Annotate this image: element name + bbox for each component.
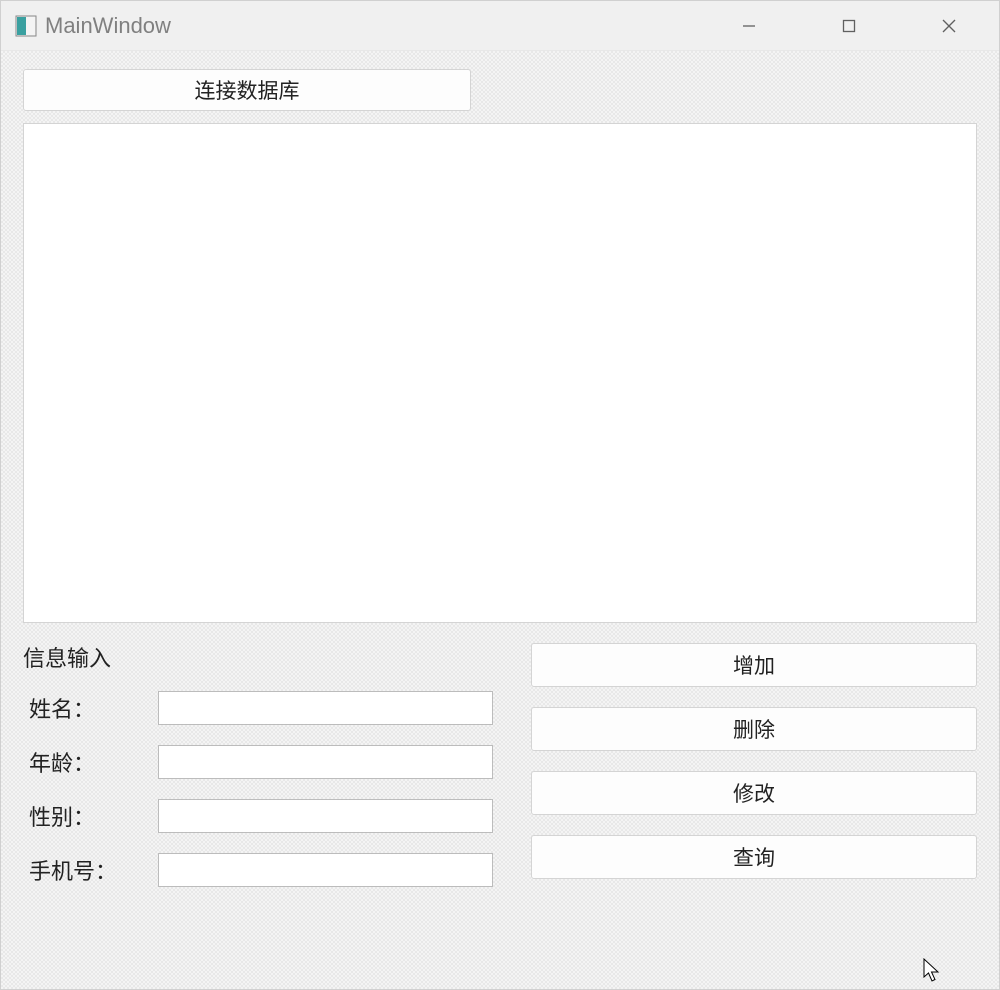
titlebar: MainWindow [1, 1, 999, 51]
form-row-name: 姓名： [23, 691, 493, 725]
main-window: MainWindow 连接数据库 信息输入 姓名： [0, 0, 1000, 990]
cursor-icon [923, 958, 941, 989]
age-label: 年龄： [23, 746, 158, 778]
query-button[interactable]: 查询 [531, 835, 977, 879]
form-row-gender: 性别： [23, 799, 493, 833]
maximize-button[interactable] [799, 1, 899, 50]
update-button[interactable]: 修改 [531, 771, 977, 815]
window-controls [699, 1, 999, 50]
connect-db-button[interactable]: 连接数据库 [23, 69, 471, 111]
name-input[interactable] [158, 691, 493, 725]
phone-label: 手机号： [23, 854, 158, 886]
name-label: 姓名： [23, 692, 158, 724]
minimize-button[interactable] [699, 1, 799, 50]
gender-label: 性别： [23, 800, 158, 832]
gender-input[interactable] [158, 799, 493, 833]
form-title: 信息输入 [23, 641, 493, 673]
form-column: 信息输入 姓名： 年龄： 性别： 手机号： [23, 641, 493, 907]
bottom-section: 信息输入 姓名： 年龄： 性别： 手机号： [23, 641, 977, 907]
delete-button[interactable]: 删除 [531, 707, 977, 751]
client-area: 连接数据库 信息输入 姓名： 年龄： 性别： 手机号： [1, 51, 999, 989]
window-title: MainWindow [45, 13, 171, 39]
add-button[interactable]: 增加 [531, 643, 977, 687]
form-row-phone: 手机号： [23, 853, 493, 887]
phone-input[interactable] [158, 853, 493, 887]
close-button[interactable] [899, 1, 999, 50]
app-icon [15, 15, 37, 37]
form-row-age: 年龄： [23, 745, 493, 779]
data-view[interactable] [23, 123, 977, 623]
action-column: 增加 删除 修改 查询 [531, 641, 977, 907]
age-input[interactable] [158, 745, 493, 779]
